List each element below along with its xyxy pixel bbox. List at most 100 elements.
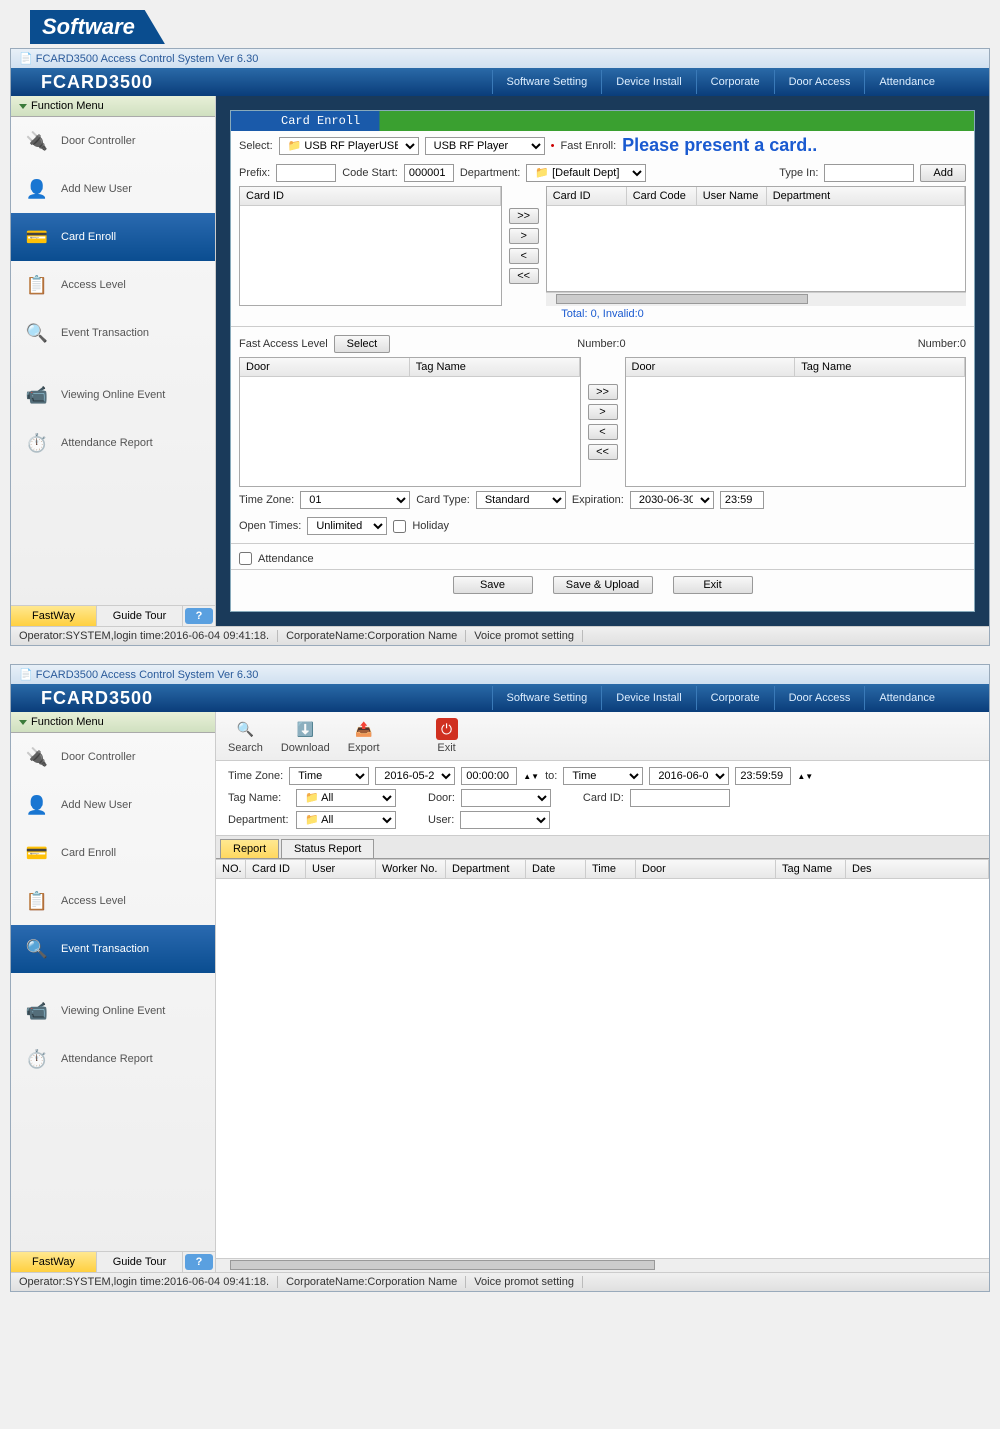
left-door-grid[interactable]: DoorTag Name xyxy=(239,357,581,487)
guide-tour-button-2[interactable]: Guide Tour xyxy=(97,1252,183,1272)
nav-corporate[interactable]: Corporate xyxy=(696,70,774,94)
f-dept-select[interactable]: 📁 All xyxy=(296,811,396,829)
f-to-select[interactable]: Time xyxy=(563,767,643,785)
f-door-select[interactable] xyxy=(461,789,551,807)
sidebar2-event-trans[interactable]: 🔍Event Transaction xyxy=(11,925,215,973)
titlebar-2: 📄 FCARD3500 Access Control System Ver 6.… xyxy=(11,665,989,684)
nav-door-access[interactable]: Door Access xyxy=(774,70,865,94)
fastway-button-2[interactable]: FastWay xyxy=(11,1252,97,1272)
tz-select[interactable]: 01 xyxy=(300,491,410,509)
help-button[interactable]: ? xyxy=(185,608,213,624)
report-grid[interactable]: NO. Card ID User Worker No. Department D… xyxy=(216,859,989,1258)
sidebar2-online-event[interactable]: 📹Viewing Online Event xyxy=(11,987,215,1035)
report-h-scroll[interactable] xyxy=(216,1258,989,1272)
f-from-time[interactable] xyxy=(461,767,517,785)
status-voice-2[interactable]: Voice promot setting xyxy=(474,1276,583,1288)
brand-2: FCARD3500 xyxy=(11,688,183,709)
nav2-attendance[interactable]: Attendance xyxy=(864,686,949,710)
door-move-all-right[interactable]: >> xyxy=(588,384,618,400)
save-button[interactable]: Save xyxy=(453,576,533,594)
tb-exit[interactable]: ⏻Exit xyxy=(436,718,458,754)
exp-date[interactable]: 2030-06-30 xyxy=(630,491,714,509)
guide-tour-button[interactable]: Guide Tour xyxy=(97,606,183,626)
status-op-2: Operator:SYSTEM,login time:2016-06-04 09… xyxy=(19,1276,278,1288)
attendance-checkbox[interactable] xyxy=(239,552,252,565)
nav2-device-install[interactable]: Device Install xyxy=(601,686,695,710)
f-cardid-input[interactable] xyxy=(630,789,730,807)
status-voice[interactable]: Voice promot setting xyxy=(474,630,583,642)
sidebar-item-attendance-report[interactable]: ⏱️Attendance Report xyxy=(11,419,215,467)
sidebar2-door-controller[interactable]: 🔌Door Controller xyxy=(11,733,215,781)
sidebar-item-event-trans[interactable]: 🔍Event Transaction xyxy=(11,309,215,357)
f-to-date[interactable]: 2016-06-04 xyxy=(649,767,729,785)
holiday-checkbox[interactable] xyxy=(393,520,406,533)
tb-search[interactable]: 🔍Search xyxy=(228,718,263,754)
fal-select-button[interactable]: Select xyxy=(334,335,391,353)
dept-select[interactable]: 📁 [Default Dept] xyxy=(526,164,646,182)
save-upload-button[interactable]: Save & Upload xyxy=(553,576,653,594)
f-tz-label: Time Zone: xyxy=(228,770,283,782)
sidebar2-attendance-report[interactable]: ⏱️Attendance Report xyxy=(11,1035,215,1083)
move-all-right[interactable]: >> xyxy=(509,208,539,224)
tab-status-report[interactable]: Status Report xyxy=(281,839,374,858)
right-door-grid[interactable]: DoorTag Name xyxy=(625,357,967,487)
cardtype-select[interactable]: Standard xyxy=(476,491,566,509)
codestart-input[interactable] xyxy=(404,164,454,182)
sidebar-2: Function Menu 🔌Door Controller 👤Add New … xyxy=(11,712,216,1272)
dept-label: Department: xyxy=(460,167,521,179)
f-to-time[interactable] xyxy=(735,767,791,785)
card-icon: 💳 xyxy=(23,839,51,867)
status-corp-2: CorporateName:Corporation Name xyxy=(286,1276,466,1288)
nav-device-install[interactable]: Device Install xyxy=(601,70,695,94)
add-button[interactable]: Add xyxy=(920,164,966,182)
typein-input[interactable] xyxy=(824,164,914,182)
move-all-left[interactable]: << xyxy=(509,268,539,284)
clock-icon: ⏱️ xyxy=(23,1045,51,1073)
f-tagname-select[interactable]: 📁 All xyxy=(296,789,396,807)
move-left[interactable]: < xyxy=(509,248,539,264)
move-right[interactable]: > xyxy=(509,228,539,244)
tab-report[interactable]: Report xyxy=(220,839,279,858)
sidebar2-add-user[interactable]: 👤Add New User xyxy=(11,781,215,829)
nav-attendance[interactable]: Attendance xyxy=(864,70,949,94)
right-card-grid[interactable]: Card ID Card Code User Name Department xyxy=(546,186,966,292)
f-tz-select[interactable]: Time xyxy=(289,767,369,785)
nav2-door-access[interactable]: Door Access xyxy=(774,686,865,710)
statusbar: Operator:SYSTEM,login time:2016-06-04 09… xyxy=(11,626,989,645)
sidebar-item-online-event[interactable]: 📹Viewing Online Event xyxy=(11,371,215,419)
header: FCARD3500 Software Setting Device Instal… xyxy=(11,68,989,96)
help-button-2[interactable]: ? xyxy=(185,1254,213,1270)
total-text: Total: 0, Invalid:0 xyxy=(231,306,974,322)
exp-time[interactable] xyxy=(720,491,764,509)
sidebar-item-door-controller[interactable]: 🔌Door Controller xyxy=(11,117,215,165)
select-reader[interactable]: 📁 USB RF PlayerUSB RF Player xyxy=(279,137,419,155)
door-move-all-left[interactable]: << xyxy=(588,444,618,460)
f-from-date[interactable]: 2016-05-28 xyxy=(375,767,455,785)
sidebar2-access-level[interactable]: 📋Access Level xyxy=(11,877,215,925)
fastway-button[interactable]: FastWay xyxy=(11,606,97,626)
sidebar-item-access-level[interactable]: 📋Access Level xyxy=(11,261,215,309)
exit-button[interactable]: Exit xyxy=(673,576,753,594)
h-scrollbar[interactable] xyxy=(546,292,966,306)
sidebar-header-2[interactable]: Function Menu xyxy=(11,712,215,733)
door-move-right[interactable]: > xyxy=(588,404,618,420)
nav2-software-setting[interactable]: Software Setting xyxy=(492,686,602,710)
nav-software-setting[interactable]: Software Setting xyxy=(492,70,602,94)
prefix-input[interactable] xyxy=(276,164,336,182)
filters: Time Zone: Time 2016-05-28 ▲▼ to: Time 2… xyxy=(216,761,989,836)
reader-2[interactable]: USB RF Player xyxy=(425,137,545,155)
chevron-down-icon xyxy=(19,720,27,725)
sidebar-item-add-user[interactable]: 👤Add New User xyxy=(11,165,215,213)
door-move-left[interactable]: < xyxy=(588,424,618,440)
sidebar-header[interactable]: Function Menu xyxy=(11,96,215,117)
f-user-select[interactable] xyxy=(460,811,550,829)
prefix-label: Prefix: xyxy=(239,167,270,179)
tb-download[interactable]: ⬇️Download xyxy=(281,718,330,754)
opentimes-select[interactable]: Unlimited xyxy=(307,517,387,535)
sidebar-item-card-enroll[interactable]: 💳Card Enroll xyxy=(11,213,215,261)
left-card-grid[interactable]: Card ID xyxy=(239,186,502,306)
software-badge: Software xyxy=(30,10,165,44)
tb-export[interactable]: 📤Export xyxy=(348,718,380,754)
nav2-corporate[interactable]: Corporate xyxy=(696,686,774,710)
sidebar2-card-enroll[interactable]: 💳Card Enroll xyxy=(11,829,215,877)
